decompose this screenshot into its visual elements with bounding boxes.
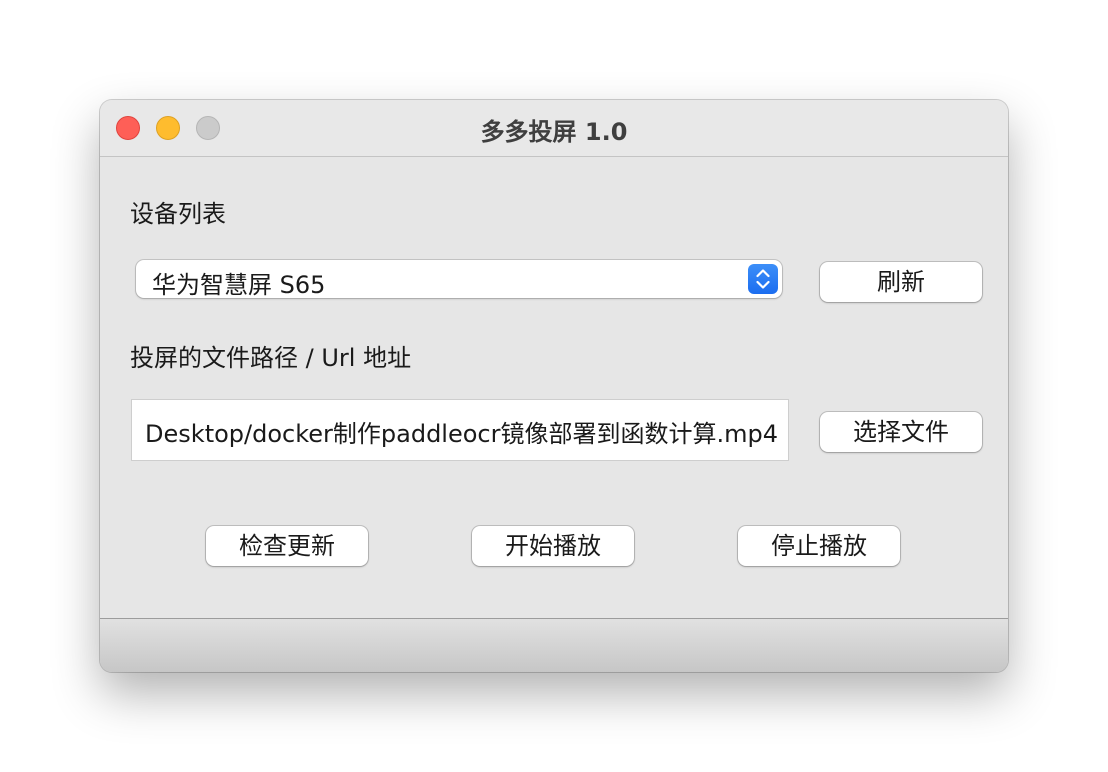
start-playback-button[interactable]: 开始播放 bbox=[472, 526, 634, 566]
file-path-label: 投屏的文件路径 / Url 地址 bbox=[130, 344, 412, 372]
bottom-bar bbox=[100, 618, 1008, 672]
title-bar[interactable]: 多多投屏 1.0 bbox=[100, 100, 1008, 157]
window-title: 多多投屏 1.0 bbox=[480, 118, 628, 146]
check-update-button[interactable]: 检查更新 bbox=[206, 526, 368, 566]
device-select-value: 华为智慧屏 S65 bbox=[152, 271, 326, 299]
device-list-label: 设备列表 bbox=[130, 200, 226, 228]
refresh-button[interactable]: 刷新 bbox=[820, 262, 982, 302]
file-path-value: Desktop/docker制作paddleocr镜像部署到函数计算.mp4 bbox=[145, 420, 778, 448]
device-select[interactable]: 华为智慧屏 S65 bbox=[136, 260, 782, 299]
file-path-input[interactable]: Desktop/docker制作paddleocr镜像部署到函数计算.mp4 bbox=[132, 400, 788, 460]
updown-chevron-icon bbox=[748, 264, 778, 294]
stop-playback-button[interactable]: 停止播放 bbox=[738, 526, 900, 566]
app-window: 多多投屏 1.0 设备列表 华为智慧屏 S65 刷新 投屏的文件路径 / Url… bbox=[100, 100, 1008, 672]
choose-file-button[interactable]: 选择文件 bbox=[820, 412, 982, 452]
